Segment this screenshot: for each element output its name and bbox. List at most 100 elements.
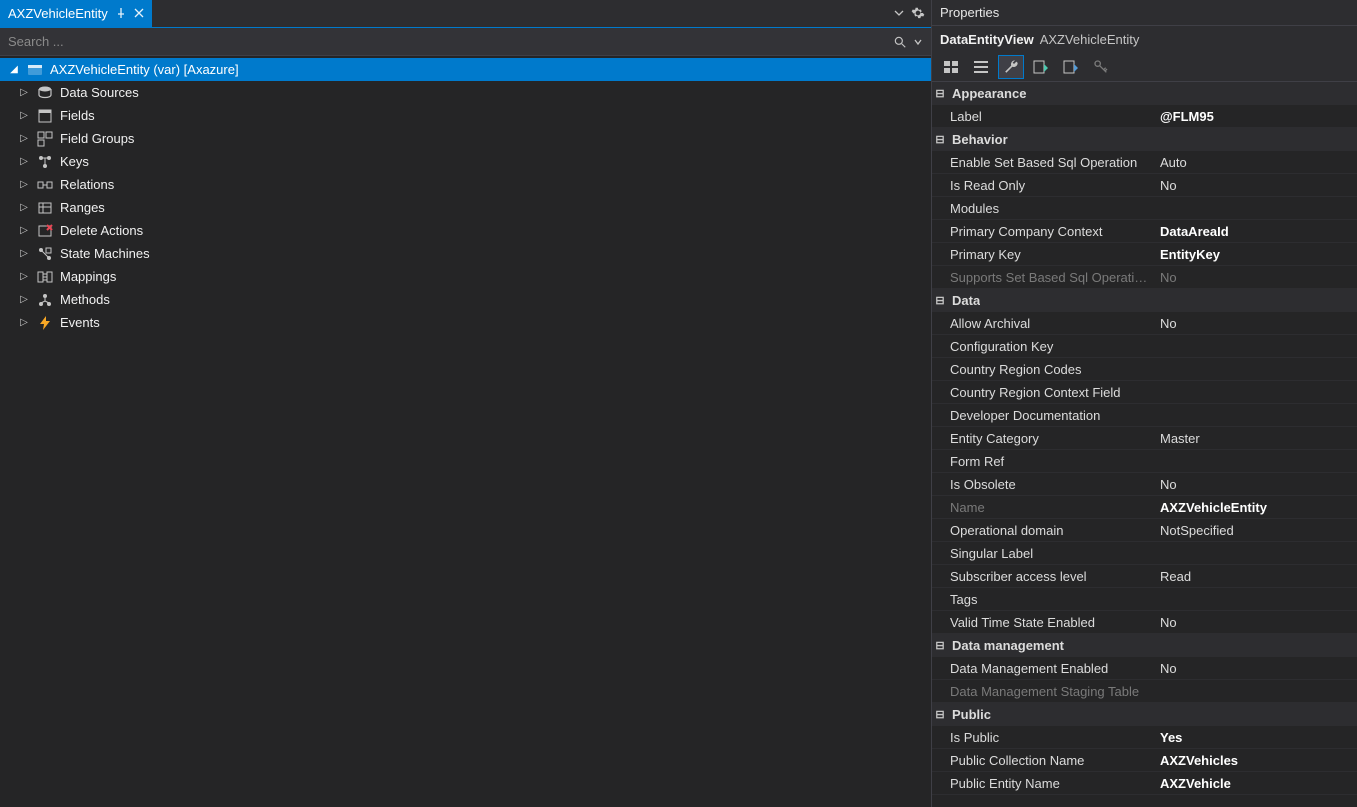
tree-node-events[interactable]: ▷Events xyxy=(0,311,931,334)
prop-value[interactable]: Master xyxy=(1154,431,1357,446)
expander-icon[interactable]: ◢ xyxy=(8,64,20,75)
tree-node-mappings[interactable]: ▷Mappings xyxy=(0,265,931,288)
prop-row[interactable]: Primary Company ContextDataAreaId xyxy=(932,220,1357,243)
prop-value[interactable]: No xyxy=(1154,477,1357,492)
search-dropdown-icon[interactable] xyxy=(913,37,923,47)
state-icon xyxy=(36,245,54,263)
expander-icon[interactable]: ▷ xyxy=(18,156,30,167)
prop-row[interactable]: Subscriber access levelRead xyxy=(932,565,1357,588)
close-icon[interactable] xyxy=(134,8,144,18)
expander-icon[interactable]: ▷ xyxy=(18,248,30,259)
prop-value[interactable]: Yes xyxy=(1154,730,1357,745)
prop-row[interactable]: Tags xyxy=(932,588,1357,611)
expander-icon[interactable]: ▷ xyxy=(18,133,30,144)
collapse-icon[interactable]: ⊟ xyxy=(932,708,948,721)
prop-row[interactable]: NameAXZVehicleEntity xyxy=(932,496,1357,519)
tree-node-relations[interactable]: ▷Relations xyxy=(0,173,931,196)
prop-value[interactable]: No xyxy=(1154,661,1357,676)
prop-value[interactable]: Read xyxy=(1154,569,1357,584)
expander-icon[interactable]: ▷ xyxy=(18,225,30,236)
prop-row[interactable]: Is ObsoleteNo xyxy=(932,473,1357,496)
tree-node-keys[interactable]: ▷Keys xyxy=(0,150,931,173)
prop-value[interactable]: @FLM95 xyxy=(1154,109,1357,124)
prop-row[interactable]: Allow ArchivalNo xyxy=(932,312,1357,335)
prop-row[interactable]: Developer Documentation xyxy=(932,404,1357,427)
prop-value[interactable]: AXZVehicles xyxy=(1154,753,1357,768)
prop-row[interactable]: Configuration Key xyxy=(932,335,1357,358)
prop-value[interactable]: AXZVehicleEntity xyxy=(1154,500,1357,515)
expander-icon[interactable]: ▷ xyxy=(18,294,30,305)
tree-node-fields[interactable]: ▷Fields xyxy=(0,104,931,127)
prop-row[interactable]: Label@FLM95 xyxy=(932,105,1357,128)
prop-category[interactable]: ⊟Appearance xyxy=(932,82,1357,105)
prop-value[interactable]: No xyxy=(1154,615,1357,630)
prop-row[interactable]: Singular Label xyxy=(932,542,1357,565)
wrench-icon[interactable] xyxy=(998,55,1024,79)
prop-row[interactable]: Is Read OnlyNo xyxy=(932,174,1357,197)
prop-value[interactable]: No xyxy=(1154,316,1357,331)
prop-row[interactable]: Country Region Context Field xyxy=(932,381,1357,404)
relations-icon xyxy=(36,176,54,194)
prop-row[interactable]: Is PublicYes xyxy=(932,726,1357,749)
key-icon[interactable] xyxy=(1088,55,1114,79)
expander-icon[interactable]: ▷ xyxy=(18,317,30,328)
export-icon[interactable] xyxy=(1058,55,1084,79)
tree-node-ranges[interactable]: ▷Ranges xyxy=(0,196,931,219)
prop-row[interactable]: Enable Set Based Sql OperationAuto xyxy=(932,151,1357,174)
prop-row[interactable]: Public Collection NameAXZVehicles xyxy=(932,749,1357,772)
pin-icon[interactable] xyxy=(116,8,126,18)
collapse-icon[interactable]: ⊟ xyxy=(932,87,948,100)
prop-name: Public Entity Name xyxy=(932,776,1154,791)
alphabetical-icon[interactable] xyxy=(968,55,994,79)
collapse-icon[interactable]: ⊟ xyxy=(932,133,948,146)
category-label: Data xyxy=(948,293,980,308)
prop-row[interactable]: Entity CategoryMaster xyxy=(932,427,1357,450)
search-input[interactable] xyxy=(8,34,887,49)
tree-node-delete[interactable]: ▷Delete Actions xyxy=(0,219,931,242)
prop-row[interactable]: Data Management EnabledNo xyxy=(932,657,1357,680)
collapse-icon[interactable]: ⊟ xyxy=(932,639,948,652)
tree-root[interactable]: ◢ AXZVehicleEntity (var) [Axazure] xyxy=(0,58,931,81)
tree-node-datasource[interactable]: ▷Data Sources xyxy=(0,81,931,104)
object-line[interactable]: DataEntityView AXZVehicleEntity xyxy=(932,26,1357,52)
prop-value[interactable]: Auto xyxy=(1154,155,1357,170)
prop-row[interactable]: Country Region Codes xyxy=(932,358,1357,381)
prop-category[interactable]: ⊟Public xyxy=(932,703,1357,726)
gear-icon[interactable] xyxy=(911,6,925,20)
collapse-icon[interactable]: ⊟ xyxy=(932,294,948,307)
prop-category[interactable]: ⊟Behavior xyxy=(932,128,1357,151)
tree-node-fieldgroups[interactable]: ▷Field Groups xyxy=(0,127,931,150)
expander-icon[interactable]: ▷ xyxy=(18,110,30,121)
prop-value[interactable]: DataAreaId xyxy=(1154,224,1357,239)
property-grid[interactable]: ⊟AppearanceLabel@FLM95⊟BehaviorEnable Se… xyxy=(932,82,1357,807)
tab-strip-actions xyxy=(893,0,931,27)
dropdown-icon[interactable] xyxy=(893,7,905,19)
prop-row[interactable]: Primary KeyEntityKey xyxy=(932,243,1357,266)
tab-axzvehicleentity[interactable]: AXZVehicleEntity xyxy=(0,0,152,27)
properties-toolbar xyxy=(932,52,1357,82)
tree-node-methods[interactable]: ▷Methods xyxy=(0,288,931,311)
prop-category[interactable]: ⊟Data management xyxy=(932,634,1357,657)
prop-row[interactable]: Data Management Staging Table xyxy=(932,680,1357,703)
prop-row[interactable]: Valid Time State EnabledNo xyxy=(932,611,1357,634)
expander-icon[interactable]: ▷ xyxy=(18,87,30,98)
prop-value[interactable]: No xyxy=(1154,270,1357,285)
prop-value[interactable]: AXZVehicle xyxy=(1154,776,1357,791)
expander-icon[interactable]: ▷ xyxy=(18,179,30,190)
prop-row[interactable]: Form Ref xyxy=(932,450,1357,473)
prop-value[interactable]: NotSpecified xyxy=(1154,523,1357,538)
tree-node-state[interactable]: ▷State Machines xyxy=(0,242,931,265)
prop-row[interactable]: Supports Set Based Sql OperationsNo xyxy=(932,266,1357,289)
prop-row[interactable]: Public Entity NameAXZVehicle xyxy=(932,772,1357,795)
changed-props-icon[interactable] xyxy=(1028,55,1054,79)
search-icon[interactable] xyxy=(893,35,907,49)
prop-row[interactable]: Modules xyxy=(932,197,1357,220)
tree[interactable]: ◢ AXZVehicleEntity (var) [Axazure] ▷Data… xyxy=(0,56,931,807)
prop-category[interactable]: ⊟Data xyxy=(932,289,1357,312)
expander-icon[interactable]: ▷ xyxy=(18,271,30,282)
prop-row[interactable]: Operational domainNotSpecified xyxy=(932,519,1357,542)
expander-icon[interactable]: ▷ xyxy=(18,202,30,213)
prop-value[interactable]: No xyxy=(1154,178,1357,193)
categorized-icon[interactable] xyxy=(938,55,964,79)
prop-value[interactable]: EntityKey xyxy=(1154,247,1357,262)
